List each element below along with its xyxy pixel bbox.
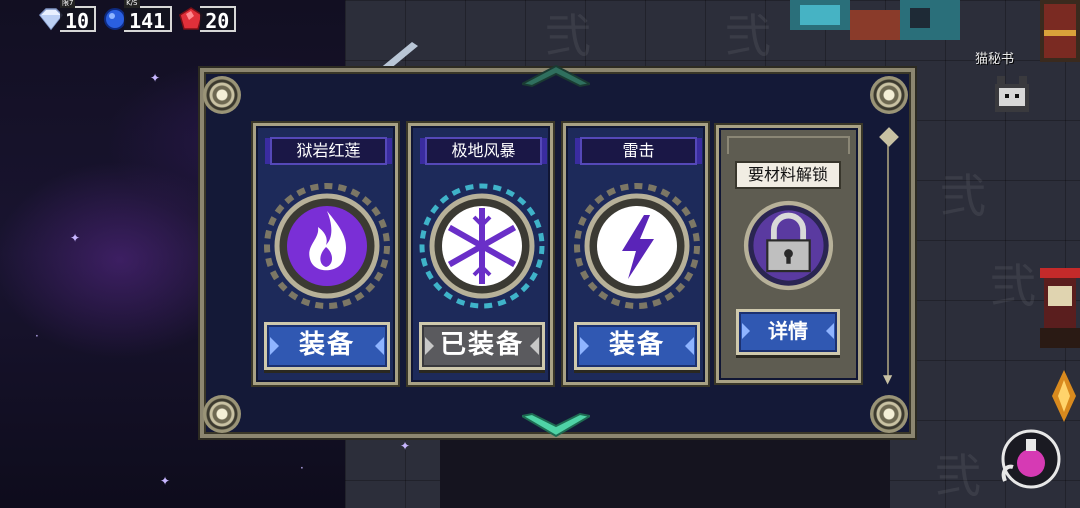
arrow-left-icon <box>580 337 589 355</box>
star-decoration: ✦ <box>70 231 81 245</box>
frame-rivet <box>203 76 241 114</box>
equip-button-label: 装备 <box>608 330 665 360</box>
arrow-left-icon <box>270 337 279 355</box>
equip-button-label: 已装备 <box>439 330 524 360</box>
skill-card-locked[interactable]: 要材料解锁 详情 <box>716 125 861 383</box>
lock-icon <box>743 200 834 291</box>
star-decoration: ✦ <box>160 474 171 488</box>
skill-card-title: 极地风暴 <box>425 137 542 165</box>
ruby-counter: 20 <box>178 6 237 33</box>
energy-rate-label: K/S <box>124 0 140 8</box>
skill-card-lightning[interactable]: 雷击 装备 <box>563 123 708 385</box>
torch-sprite <box>1052 370 1076 422</box>
floor-rune: 弐 <box>725 9 771 63</box>
chest-sprite <box>1040 0 1080 62</box>
energy-counter: K/S 141 <box>102 0 173 33</box>
arrow-left-icon <box>425 337 434 355</box>
skill-card-title: 狱岩红莲 <box>270 137 387 165</box>
arrow-right-icon <box>530 337 539 355</box>
frame-rivet <box>203 395 241 433</box>
details-button-label: 详情 <box>768 319 808 343</box>
floor-shadow <box>440 440 890 508</box>
scrollbar-track[interactable] <box>887 130 893 380</box>
lightning-icon <box>574 183 700 309</box>
gem-counter: 限7 10 <box>38 0 97 33</box>
arrow-left-icon <box>742 323 750 339</box>
energy-count: 141 <box>124 6 173 33</box>
star-decoration: ✦ <box>400 439 411 453</box>
shrine-sprite <box>1040 268 1080 348</box>
gem-count: 10 <box>60 6 97 33</box>
gem-limit-label: 限7 <box>60 0 76 8</box>
floor-rune: 弐 <box>935 449 981 503</box>
flame-icon <box>264 183 390 309</box>
equip-button[interactable]: 装备 <box>264 322 390 370</box>
machine-sprite <box>790 0 960 40</box>
scroll-down-chevron-icon[interactable] <box>522 412 590 438</box>
equipped-button[interactable]: 已装备 <box>419 322 545 370</box>
arrow-right-icon <box>375 337 384 355</box>
unlock-requirement-label: 要材料解锁 <box>735 161 841 189</box>
floor-rune: 弐 <box>545 9 591 63</box>
arrow-right-icon <box>826 323 834 339</box>
card-ornament <box>727 136 850 154</box>
npc-name-label: 猫秘书 <box>975 52 1015 67</box>
star-decoration: ✦ <box>150 71 161 85</box>
equip-button[interactable]: 装备 <box>574 322 700 370</box>
skill-card-flame[interactable]: 狱岩红莲 装备 <box>253 123 398 385</box>
scroll-end-arrow-icon: ▼ <box>883 372 893 386</box>
skill-card-snowflake[interactable]: 极地风暴 已装备 <box>408 123 553 385</box>
scroll-up-chevron-icon[interactable] <box>522 64 590 88</box>
arrow-right-icon <box>685 337 694 355</box>
floor-rune: 弐 <box>940 169 986 223</box>
skill-card-title: 雷击 <box>580 137 697 165</box>
details-button[interactable]: 详情 <box>736 309 840 355</box>
star-decoration: · <box>300 461 304 475</box>
star-decoration: · <box>35 329 39 343</box>
floor-rune: 弐 <box>990 259 1036 313</box>
potion-skill-button[interactable] <box>997 425 1063 491</box>
ruby-count: 20 <box>200 6 237 33</box>
snowflake-icon <box>419 183 545 309</box>
equip-button-label: 装备 <box>298 330 355 360</box>
frame-rivet <box>870 395 908 433</box>
cat-npc-sprite[interactable] <box>985 70 1039 122</box>
currency-bar: 限7 10 K/S 141 20 <box>38 0 237 34</box>
frame-rivet <box>870 76 908 114</box>
